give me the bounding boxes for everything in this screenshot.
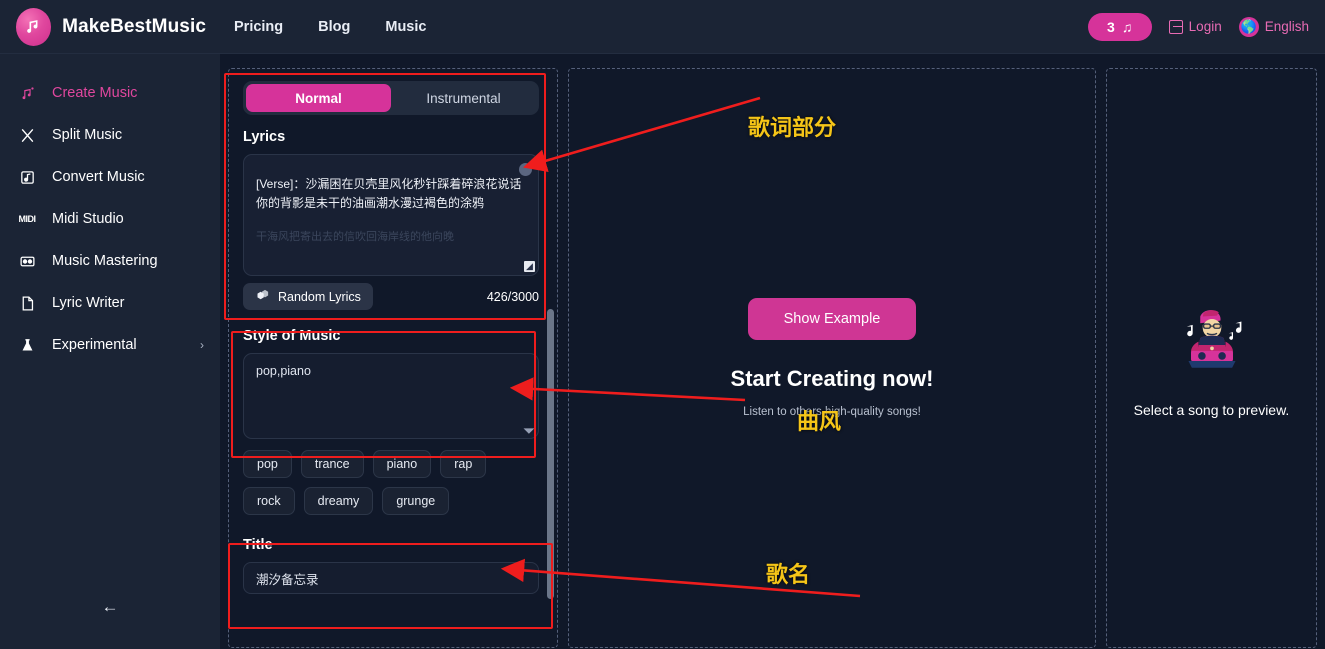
style-value: pop,piano [256, 364, 311, 378]
sidebar-item-music-mastering[interactable]: Music Mastering [0, 240, 220, 282]
nav-music[interactable]: Music [385, 19, 426, 35]
midi-icon: MIDI [18, 213, 37, 224]
brand-name: MakeBestMusic [62, 15, 206, 37]
credits-badge[interactable]: 3 ♫ [1087, 12, 1152, 41]
tab-instrumental[interactable]: Instrumental [391, 84, 536, 112]
main-nav: Pricing Blog Music [234, 19, 426, 35]
create-panel: Normal Instrumental Lyrics [Verse]：沙漏困在贝… [228, 68, 558, 648]
nav-blog[interactable]: Blog [318, 19, 350, 35]
sidebar-item-split-music[interactable]: Split Music [0, 114, 220, 156]
sidebar: Create Music Split Music Convert Music M… [0, 54, 220, 649]
sidebar-item-create-music[interactable]: Create Music [0, 72, 220, 114]
style-tag-grunge[interactable]: grunge [382, 487, 450, 515]
top-header: MakeBestMusic Pricing Blog Music 3 ♫ Log… [0, 0, 1325, 54]
sidebar-label: Split Music [52, 127, 123, 143]
lyrics-counter: 426/3000 [486, 289, 539, 304]
sidebar-item-lyric-writer[interactable]: Lyric Writer [0, 282, 220, 324]
sidebar-label: Lyric Writer [52, 295, 125, 311]
app-root: MakeBestMusic Pricing Blog Music 3 ♫ Log… [0, 0, 1325, 649]
title-label: Title [243, 537, 273, 553]
title-input[interactable] [243, 562, 539, 594]
login-label: Login [1188, 19, 1222, 34]
flask-icon [16, 337, 38, 354]
style-tag-pop[interactable]: pop [243, 450, 292, 478]
random-lyrics-label: Random Lyrics [278, 289, 361, 304]
convert-icon [16, 169, 38, 186]
resize-handle-icon[interactable]: ◢ [524, 261, 535, 272]
style-tag-trance[interactable]: trance [300, 450, 364, 478]
login-icon [1168, 19, 1183, 34]
mastering-icon [16, 253, 38, 270]
style-tag-list: pop trance piano rap rock dreamy grunge [243, 450, 539, 515]
split-icon [16, 127, 38, 144]
music-notes-icon [16, 85, 38, 102]
lyrics-value: [Verse]：沙漏困在贝壳里风化秒针踩着碎浪花说话你的背影是未干的油画潮水漫过… [256, 177, 522, 210]
title-section: Title [243, 537, 543, 594]
sidebar-label: Create Music [52, 85, 138, 101]
style-tag-rap[interactable]: rap [440, 450, 487, 478]
music-note-icon: ♫ [1121, 18, 1133, 35]
center-subtext: Listen to others high-quality songs! [743, 406, 921, 418]
brand[interactable]: MakeBestMusic [0, 7, 206, 46]
preview-panel: Select a song to preview. [1106, 68, 1317, 648]
sidebar-collapse-button[interactable]: ← [0, 597, 220, 617]
language-label: English [1264, 19, 1309, 34]
lyrics-input[interactable]: [Verse]：沙漏困在贝壳里风化秒针踩着碎浪花说话你的背影是未干的油画潮水漫过… [243, 154, 539, 276]
style-tag-piano[interactable]: piano [372, 450, 432, 478]
center-panel-content: Show Example Start Creating now! Listen … [569, 69, 1095, 647]
sidebar-label: Convert Music [52, 169, 145, 185]
tab-normal[interactable]: Normal [246, 84, 391, 112]
sidebar-label: Midi Studio [52, 211, 124, 227]
lyrics-value-overflow: 干海风把寄出去的信吹回海岸线的他向晚 [256, 231, 454, 243]
dice-icon [255, 288, 270, 306]
preview-panel-content: Select a song to preview. [1107, 69, 1316, 647]
lyrics-label: Lyrics [243, 129, 286, 145]
style-section: Style of Music pop,piano ◢ pop trance pi… [243, 328, 543, 515]
show-example-button[interactable]: Show Example [747, 298, 917, 340]
style-input[interactable]: pop,piano ◢ [243, 353, 539, 439]
sidebar-label: Experimental [52, 337, 137, 353]
sidebar-item-convert-music[interactable]: Convert Music [0, 156, 220, 198]
style-label: Style of Music [243, 328, 341, 344]
main-content: Normal Instrumental Lyrics [Verse]：沙漏困在贝… [220, 54, 1325, 649]
login-button[interactable]: Login [1168, 19, 1222, 34]
random-lyrics-button[interactable]: Random Lyrics [243, 283, 373, 310]
style-tag-dreamy[interactable]: dreamy [303, 487, 374, 515]
style-tag-rock[interactable]: rock [243, 487, 295, 515]
music-note-logo-icon [16, 7, 52, 46]
nav-pricing[interactable]: Pricing [234, 19, 283, 35]
create-panel-scrollbar[interactable] [547, 309, 554, 599]
document-icon [16, 295, 38, 312]
mode-tabs: Normal Instrumental [243, 81, 539, 115]
lyrics-footer: Random Lyrics 426/3000 [243, 283, 539, 310]
center-panel: Show Example Start Creating now! Listen … [568, 68, 1096, 648]
dj-character-icon [1186, 310, 1241, 368]
sidebar-item-experimental[interactable]: Experimental › [0, 324, 220, 366]
arrow-left-icon: ← [101, 597, 119, 616]
lyrics-scroll-thumb[interactable] [519, 163, 532, 176]
language-button[interactable]: 🌎 English [1238, 16, 1309, 37]
resize-handle-icon[interactable]: ◢ [523, 422, 536, 435]
header-actions: 3 ♫ Login 🌎 English [1087, 12, 1325, 41]
center-heading: Start Creating now! [730, 366, 934, 391]
sidebar-label: Music Mastering [52, 253, 158, 269]
globe-icon: 🌎 [1238, 16, 1259, 37]
sidebar-item-midi-studio[interactable]: MIDI Midi Studio [0, 198, 220, 240]
preview-empty-text: Select a song to preview. [1133, 402, 1290, 418]
chevron-right-icon: › [200, 338, 204, 352]
credits-count: 3 [1107, 18, 1115, 35]
